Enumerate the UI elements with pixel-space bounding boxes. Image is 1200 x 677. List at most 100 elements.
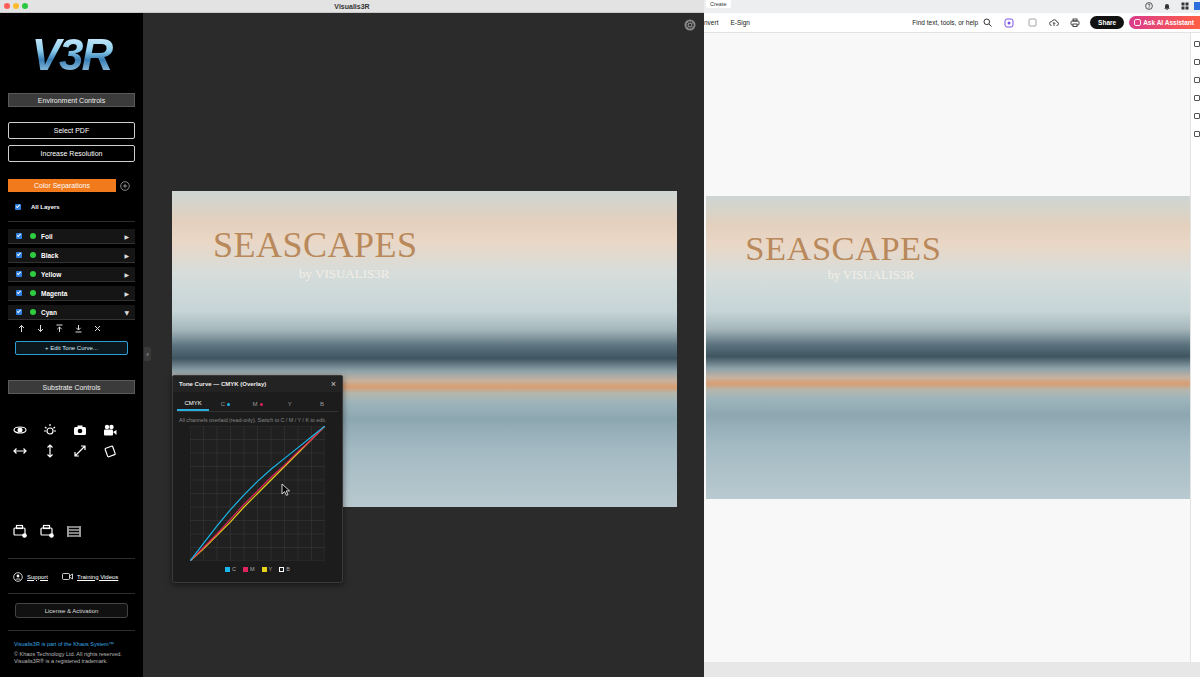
- training-videos-link[interactable]: Training Videos: [77, 574, 118, 580]
- expand-arrow[interactable]: ▼: [124, 309, 129, 316]
- traffic-light[interactable]: [13, 3, 19, 9]
- separator: [8, 593, 135, 594]
- traffic-light[interactable]: [22, 3, 28, 9]
- legend-label: C: [232, 566, 236, 572]
- legend-item[interactable]: Y: [262, 566, 273, 572]
- move-bottom-icon[interactable]: [74, 324, 83, 333]
- sidebar-button[interactable]: Select PDF: [8, 122, 135, 139]
- ai-tools-icon[interactable]: [1004, 18, 1014, 28]
- print-icon[interactable]: [1070, 18, 1080, 27]
- traffic-light[interactable]: [4, 3, 10, 9]
- move-top-icon[interactable]: [55, 324, 64, 333]
- layer-row[interactable]: Cyan ▼: [8, 305, 135, 320]
- legend-item[interactable]: C: [225, 566, 236, 572]
- sidebar-button[interactable]: Increase Resolution: [8, 145, 135, 162]
- visibility-dot[interactable]: [30, 271, 36, 277]
- help-icon[interactable]: [1145, 2, 1153, 10]
- delete-icon[interactable]: [93, 324, 102, 333]
- checkbox[interactable]: [16, 233, 22, 239]
- legend-item[interactable]: M: [243, 566, 255, 572]
- video-camera-icon[interactable]: [62, 572, 73, 581]
- license-button[interactable]: License & Activation: [15, 603, 128, 618]
- checkbox[interactable]: [15, 204, 21, 210]
- checkbox[interactable]: [16, 309, 22, 315]
- expand-arrow[interactable]: ▶: [124, 233, 129, 240]
- save-icon[interactable]: [1028, 18, 1037, 27]
- upload-cloud-icon[interactable]: [1049, 18, 1059, 27]
- checkbox[interactable]: [16, 252, 22, 258]
- layer-name: Yellow: [41, 271, 61, 278]
- layer-row[interactable]: Black▶: [8, 248, 135, 263]
- support-icon[interactable]: [13, 572, 23, 582]
- pan-horizontal-icon[interactable]: [13, 444, 27, 458]
- search-icon[interactable]: [983, 18, 992, 27]
- menu-item[interactable]: nvert: [704, 19, 718, 26]
- visibility-dot[interactable]: [30, 309, 36, 315]
- layers-stack-icon[interactable]: [67, 524, 81, 538]
- app-body: V3REnvironment ControlsSelect PDFIncreas…: [0, 13, 704, 677]
- tone-curve-chart[interactable]: [190, 426, 325, 561]
- rail-tool-icon[interactable]: [1194, 59, 1200, 65]
- rail-tool-icon[interactable]: [1194, 113, 1200, 119]
- color-separations[interactable]: Color Separations: [8, 179, 116, 192]
- rotate-icon[interactable]: [103, 444, 117, 458]
- edit-tone-curve-button[interactable]: + Edit Tone Curve...: [15, 341, 128, 355]
- close-button[interactable]: ×: [331, 379, 336, 389]
- expand-arrow[interactable]: ▶: [124, 290, 129, 297]
- orbit-icon[interactable]: [13, 423, 27, 437]
- sidebar: V3REnvironment ControlsSelect PDFIncreas…: [0, 13, 143, 677]
- video-icon[interactable]: [103, 423, 117, 437]
- expand-arrow[interactable]: ▶: [124, 271, 129, 278]
- checkbox[interactable]: [16, 271, 22, 277]
- channel-tab[interactable]: M: [241, 397, 273, 411]
- support-link[interactable]: Support: [27, 574, 48, 580]
- apps-grid-icon[interactable]: [1181, 2, 1189, 10]
- print-preset-icon[interactable]: [40, 524, 54, 538]
- substrate-controls[interactable]: Substrate Controls: [8, 380, 135, 394]
- settings-gear-icon[interactable]: [684, 19, 696, 31]
- visibility-dot[interactable]: [30, 233, 36, 239]
- environment-controls[interactable]: Environment Controls: [8, 93, 135, 107]
- share-button[interactable]: Share: [1090, 16, 1124, 29]
- document-view: SEASCAPESby VISUALIS3R: [704, 33, 1190, 662]
- curve-line: [190, 426, 325, 561]
- window-controls: [4, 3, 28, 9]
- create-tab[interactable]: Create: [706, 0, 731, 8]
- tab-label: C: [221, 401, 225, 407]
- legend-item[interactable]: B: [279, 566, 290, 572]
- legend-swatch: [262, 567, 267, 572]
- camera-icon[interactable]: [73, 423, 87, 437]
- legend-swatch: [243, 567, 248, 572]
- visibility-dot[interactable]: [30, 290, 36, 296]
- channel-tab[interactable]: CMYK: [177, 397, 209, 411]
- expand-arrow[interactable]: ▶: [124, 252, 129, 259]
- layer-row[interactable]: Foil▶: [8, 229, 135, 244]
- channel-tab[interactable]: B: [306, 397, 338, 411]
- move-up-icon[interactable]: [17, 324, 26, 333]
- visibility-dot[interactable]: [30, 252, 36, 258]
- rail-tool-icon[interactable]: [1194, 131, 1200, 137]
- rail-tool-icon[interactable]: [1194, 95, 1200, 101]
- channel-tab[interactable]: Y: [274, 397, 306, 411]
- rail-tool-icon[interactable]: [1194, 41, 1200, 47]
- pan-vertical-icon[interactable]: [43, 444, 57, 458]
- add-layer-icon[interactable]: [120, 181, 130, 191]
- search-field[interactable]: Find text, tools, or help: [912, 19, 978, 26]
- rail-tool-icon[interactable]: [1194, 77, 1200, 83]
- color-separations-row: Color Separations: [8, 179, 143, 192]
- channel-tab[interactable]: C: [209, 397, 241, 411]
- lighting-icon[interactable]: [43, 423, 57, 437]
- scale-icon[interactable]: [73, 444, 87, 458]
- print-settings-icon[interactable]: [13, 524, 27, 538]
- account-icon[interactable]: [1194, 2, 1200, 10]
- menu-item[interactable]: E-Sign: [730, 19, 750, 26]
- ai-assistant-button[interactable]: Ask AI Assistant: [1129, 16, 1200, 29]
- checkbox[interactable]: [16, 290, 22, 296]
- layer-row[interactable]: Yellow ▶: [8, 267, 135, 282]
- curve-line: [190, 426, 325, 561]
- layer-row[interactable]: Magenta▶: [8, 286, 135, 301]
- notifications-bell-icon[interactable]: [1163, 2, 1171, 10]
- layer-name: Cyan: [41, 309, 57, 316]
- move-down-icon[interactable]: [36, 324, 45, 333]
- collapse-handle[interactable]: ‹: [144, 347, 151, 361]
